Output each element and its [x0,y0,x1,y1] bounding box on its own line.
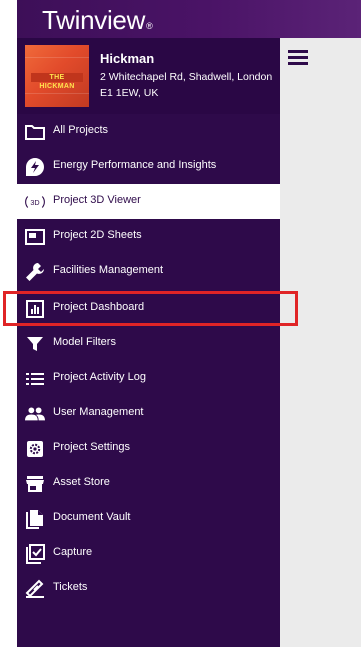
store-icon [25,474,45,494]
nav-item-energy-performance[interactable]: Energy Performance and Insights [17,149,280,184]
nav-item-label: Capture [53,546,93,558]
capture-icon [25,544,45,564]
ticket-icon [25,579,45,599]
highlight-box [3,291,298,326]
nav-item-label: Project 2D Sheets [53,229,142,241]
nav-item-project-settings[interactable]: Project Settings [17,431,280,466]
nav-item-label: All Projects [53,124,109,136]
nav-item-label: Model Filters [53,336,116,348]
nav-item-asset-store[interactable]: Asset Store [17,466,280,501]
top-bar: Twinview® [17,0,361,38]
sidebar: THE HICKMAN Hickman 2 Whitechapel Rd, Sh… [3,38,298,647]
menu-toggle-icon[interactable] [288,50,308,66]
nav-item-all-projects[interactable]: All Projects [17,114,280,149]
nav-item-label: User Management [53,406,144,418]
nav-item-label: Project Activity Log [53,371,146,383]
project-header[interactable]: THE HICKMAN Hickman 2 Whitechapel Rd, Sh… [17,38,280,114]
main-content [280,38,361,647]
energy-icon [25,157,45,177]
nav-item-project-2d-sheets[interactable]: Project 2D Sheets [17,219,280,254]
nav-item-project-activity-log[interactable]: Project Activity Log [17,361,280,396]
nav-item-label: Project 3D Viewer [53,194,141,206]
nav-item-label: Tickets [53,581,88,593]
logo-text: Twinview [42,5,146,35]
svg-text:3D: 3D [30,198,39,207]
nav-item-user-management[interactable]: User Management [17,396,280,431]
nav-item-label: Asset Store [53,476,110,488]
sheet-icon [25,227,45,247]
nav-item-capture[interactable]: Capture [17,536,280,571]
project-name: Hickman [100,51,155,66]
nav-item-label: Energy Performance and Insights [53,159,217,171]
filter-icon [25,334,45,354]
nav-item-label: Facilities Management [53,264,164,276]
nav-item-project-3d-viewer[interactable]: 3D Project 3D Viewer [17,184,280,219]
settings-icon [25,439,45,459]
3d-icon: 3D [25,192,45,212]
project-thumbnail: THE HICKMAN [25,45,89,107]
nav-item-tickets[interactable]: Tickets [17,571,280,606]
nav-item-label: Document Vault [53,511,131,523]
project-thumbnail-text: THE HICKMAN [31,73,83,90]
nav-item-model-filters[interactable]: Model Filters [17,326,280,361]
app-logo[interactable]: Twinview® [42,5,153,36]
list-icon [25,369,45,389]
nav-item-facilities-management[interactable]: Facilities Management [17,254,280,289]
nav-item-label: Project Settings [53,441,131,453]
project-address: 2 Whitechapel Rd, Shadwell, London E1 1E… [100,71,273,99]
users-icon [25,404,45,424]
logo-mark: ® [146,21,153,31]
documents-icon [25,509,45,529]
nav-item-document-vault[interactable]: Document Vault [17,501,280,536]
folder-icon [25,122,45,142]
wrench-icon [25,262,45,282]
